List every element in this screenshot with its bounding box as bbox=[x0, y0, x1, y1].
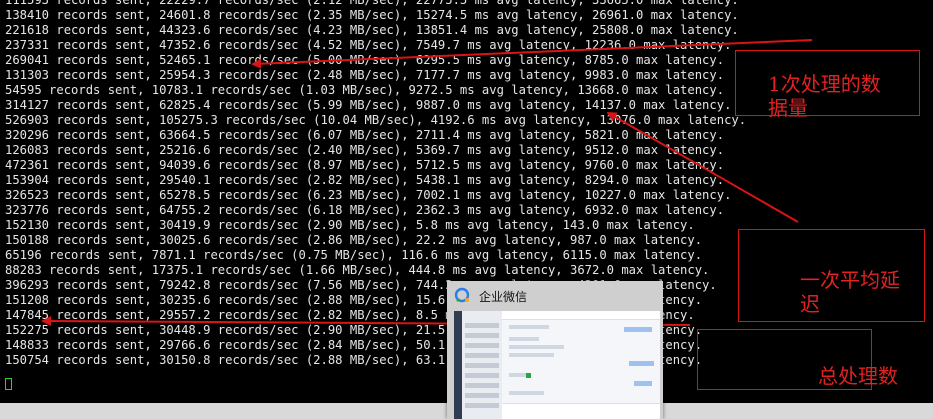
terminal-line: 472361 records sent, 94039.6 records/sec… bbox=[5, 158, 725, 172]
terminal-line: 152130 records sent, 30419.9 records/sec… bbox=[5, 218, 695, 232]
wecom-window-preview[interactable]: 企业微信 bbox=[447, 281, 663, 419]
thumb-message bbox=[509, 325, 549, 329]
thumb-message bbox=[509, 391, 544, 395]
thumb-message bbox=[634, 381, 652, 386]
terminal-cursor bbox=[5, 378, 12, 390]
annotation-label-avg-latency: 一次平均延 迟 bbox=[800, 268, 900, 316]
terminal-line: 323776 records sent, 64755.2 records/sec… bbox=[5, 203, 725, 217]
terminal-line: 326523 records sent, 65278.5 records/sec… bbox=[5, 188, 732, 202]
wecom-logo-icon bbox=[454, 287, 470, 303]
thumb-chat-header bbox=[502, 311, 660, 320]
wecom-titlebar[interactable]: 企业微信 bbox=[447, 281, 663, 309]
terminal-line: 150188 records sent, 30025.6 records/sec… bbox=[5, 233, 703, 247]
terminal-line: 314127 records sent, 62825.4 records/sec… bbox=[5, 98, 732, 112]
terminal-line: 526903 records sent, 105275.3 records/se… bbox=[5, 113, 747, 127]
terminal-line: 221618 records sent, 44323.6 records/sec… bbox=[5, 23, 739, 37]
thumb-message bbox=[629, 361, 654, 366]
terminal-line: 131303 records sent, 25954.3 records/sec… bbox=[5, 68, 725, 82]
annotation-label-total: 总处理数 bbox=[818, 364, 898, 388]
terminal-line: 269041 records sent, 52465.1 records/sec… bbox=[5, 53, 725, 67]
terminal-line: 65196 records sent, 7871.1 records/sec (… bbox=[5, 248, 703, 262]
thumb-message bbox=[509, 337, 539, 341]
annotation-label-batch-size: 1次处理的数 据量 bbox=[768, 72, 881, 120]
thumb-message bbox=[509, 353, 554, 357]
thumb-input-area bbox=[502, 403, 660, 419]
terminal-line: 138410 records sent, 24601.8 records/sec… bbox=[5, 8, 739, 22]
thumb-message bbox=[526, 373, 531, 378]
thumb-message bbox=[624, 327, 652, 332]
thumb-sidebar bbox=[454, 311, 462, 419]
terminal-line: 126083 records sent, 25216.6 records/sec… bbox=[5, 143, 725, 157]
terminal-line: 237331 records sent, 47352.6 records/sec… bbox=[5, 38, 732, 52]
thumb-message bbox=[509, 345, 564, 349]
terminal-line: 111593 records sent, 22229.7 records/sec… bbox=[5, 0, 739, 7]
thumb-chat-list bbox=[462, 311, 502, 419]
wecom-thumbnail[interactable] bbox=[454, 311, 660, 419]
terminal-line: 88283 records sent, 17375.1 records/sec … bbox=[5, 263, 710, 277]
terminal-line: 320296 records sent, 63664.5 records/sec… bbox=[5, 128, 725, 142]
terminal-line: 54595 records sent, 10783.1 records/sec … bbox=[5, 83, 725, 97]
terminal-line: 153904 records sent, 29540.1 records/sec… bbox=[5, 173, 725, 187]
wecom-window-title: 企业微信 bbox=[479, 290, 528, 304]
